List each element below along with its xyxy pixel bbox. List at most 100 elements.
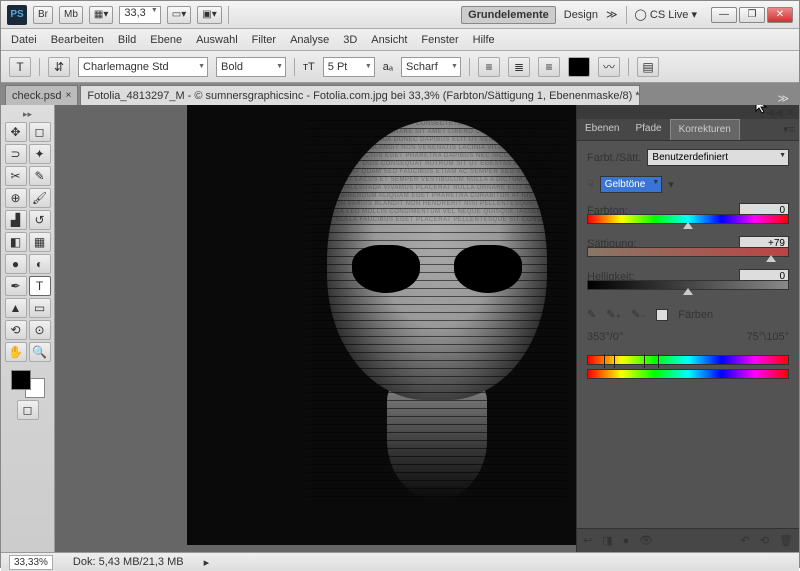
- clip-icon[interactable]: ●: [623, 535, 630, 547]
- zoom-select[interactable]: 33,3: [119, 6, 160, 24]
- 3d-tool[interactable]: ⟲: [5, 320, 27, 340]
- farbton-slider[interactable]: [587, 214, 789, 226]
- zoom-tool[interactable]: 🔍: [29, 342, 51, 362]
- minibridge-button[interactable]: Mb: [59, 6, 83, 24]
- back-icon[interactable]: ↩: [583, 534, 592, 547]
- chevron-down-icon[interactable]: ▾: [668, 178, 674, 191]
- menu-fenster[interactable]: Fenster: [421, 34, 458, 46]
- eyedropper-plus-icon[interactable]: ✎₊: [606, 308, 621, 321]
- menu-auswahl[interactable]: Auswahl: [196, 34, 238, 46]
- hand-tool[interactable]: ✋: [5, 342, 27, 362]
- eyedropper-icon[interactable]: ✎: [587, 308, 596, 321]
- cslive-button[interactable]: ◯ CS Live ▾: [635, 8, 697, 21]
- antialias-select[interactable]: Scharf: [401, 57, 461, 77]
- tab-pfade[interactable]: Pfade: [627, 119, 669, 140]
- panel-footer: ↩ ◨ ● 👁 ↶ ⟲ 🗑: [577, 528, 799, 552]
- path-select-tool[interactable]: ▲: [5, 298, 27, 318]
- menu-filter[interactable]: Filter: [252, 34, 276, 46]
- gradient-tool[interactable]: ▦: [29, 232, 51, 252]
- move-tool[interactable]: ✥: [5, 122, 27, 142]
- colorize-label: Färben: [678, 309, 713, 321]
- preset-select[interactable]: Benutzerdefiniert: [647, 149, 789, 166]
- minimize-button[interactable]: —: [711, 7, 737, 23]
- menubar: Datei Bearbeiten Bild Ebene Auswahl Filt…: [1, 29, 799, 51]
- range-right-label: 75°\105°: [747, 331, 789, 343]
- tab-overflow-icon[interactable]: ≫: [771, 92, 795, 105]
- align-right-icon[interactable]: ≡: [538, 57, 560, 77]
- reset-icon[interactable]: ⟲: [760, 534, 769, 547]
- menu-hilfe[interactable]: Hilfe: [473, 34, 495, 46]
- menu-ebene[interactable]: Ebene: [150, 34, 182, 46]
- font-size-select[interactable]: 5 Pt: [323, 57, 375, 77]
- status-doc-size: Dok: 5,43 MB/21,3 MB: [73, 556, 184, 568]
- eyedropper-minus-icon[interactable]: ✎₋: [631, 308, 646, 321]
- character-panel-icon[interactable]: ▤: [637, 57, 659, 77]
- font-family-select[interactable]: Charlemagne Std: [78, 57, 208, 77]
- maximize-button[interactable]: ❐: [739, 7, 765, 23]
- finger-icon[interactable]: ☟: [587, 178, 594, 191]
- tab-korrekturen[interactable]: Korrekturen: [670, 119, 740, 140]
- statusbar: 33,33% Dok: 5,43 MB/21,3 MB ▸: [1, 552, 799, 571]
- status-zoom[interactable]: 33,33%: [9, 555, 53, 570]
- helligkeit-slider[interactable]: [587, 280, 789, 292]
- heal-tool[interactable]: ⊕: [5, 188, 27, 208]
- view-extras-icon[interactable]: ▭▾: [167, 6, 191, 24]
- warp-text-icon[interactable]: 〰: [598, 57, 620, 77]
- layout-icon[interactable]: ▦▾: [89, 6, 113, 24]
- tab-ebenen[interactable]: Ebenen: [577, 119, 627, 140]
- menu-bearbeiten[interactable]: Bearbeiten: [51, 34, 104, 46]
- document-tabbar: check.psd× Fotolia_4813297_M - © sumners…: [1, 83, 799, 105]
- stamp-tool[interactable]: ▟: [5, 210, 27, 230]
- close-button[interactable]: ✕: [767, 7, 793, 23]
- menu-bild[interactable]: Bild: [118, 34, 136, 46]
- font-weight-select[interactable]: Bold: [216, 57, 286, 77]
- text-color-swatch[interactable]: [568, 57, 590, 77]
- type-tool[interactable]: T: [29, 276, 51, 296]
- 3d-camera-tool[interactable]: ⊙: [29, 320, 51, 340]
- brush-tool[interactable]: 🖌: [29, 188, 51, 208]
- screen-mode-icon[interactable]: ▣▾: [197, 6, 221, 24]
- font-size-icon: тT: [303, 61, 315, 73]
- file-tab-fotolia[interactable]: Fotolia_4813297_M - © sumnersgraphicsinc…: [80, 85, 640, 105]
- menu-ansicht[interactable]: Ansicht: [371, 34, 407, 46]
- ps-logo: PS: [7, 5, 27, 25]
- options-bar: T ⇵ Charlemagne Std Bold тT 5 Pt aₐ Scha…: [1, 51, 799, 83]
- eyedropper-tool[interactable]: ✎: [29, 166, 51, 186]
- close-icon[interactable]: ×: [66, 90, 72, 101]
- panel-menu-icon[interactable]: ▾≡: [779, 119, 799, 140]
- eraser-tool[interactable]: ◧: [5, 232, 27, 252]
- color-swatch[interactable]: [11, 370, 45, 398]
- expand-icon[interactable]: ◨: [602, 534, 612, 547]
- channel-select[interactable]: Gelbtöne: [600, 176, 663, 193]
- align-center-icon[interactable]: ≣: [508, 57, 530, 77]
- crop-tool[interactable]: ✂: [5, 166, 27, 186]
- text-orientation-icon[interactable]: ⇵: [48, 57, 70, 77]
- blur-tool[interactable]: ●: [5, 254, 27, 274]
- colorize-checkbox[interactable]: [656, 309, 668, 321]
- shape-tool[interactable]: ▭: [29, 298, 51, 318]
- dodge-tool[interactable]: ◐: [29, 254, 51, 274]
- wand-tool[interactable]: ✦: [29, 144, 51, 164]
- history-brush-tool[interactable]: ↺: [29, 210, 51, 230]
- trash-icon[interactable]: 🗑: [779, 534, 793, 547]
- status-menu-icon[interactable]: ▸: [204, 556, 210, 569]
- hue-range-strips[interactable]: [587, 355, 789, 379]
- visibility-icon[interactable]: 👁: [639, 534, 653, 547]
- workspace-design[interactable]: Design: [564, 9, 598, 21]
- menu-3d[interactable]: 3D: [343, 34, 357, 46]
- pen-tool[interactable]: ✒: [5, 276, 27, 296]
- menu-analyse[interactable]: Analyse: [290, 34, 329, 46]
- panel-collapse-icon[interactable]: ◀◀ ✕: [766, 106, 795, 119]
- menu-datei[interactable]: Datei: [11, 34, 37, 46]
- lasso-tool[interactable]: ⊃: [5, 144, 27, 164]
- quickmask-icon[interactable]: ◻: [17, 400, 39, 420]
- prev-icon[interactable]: ↶: [741, 534, 750, 547]
- marquee-tool[interactable]: ◻: [29, 122, 51, 142]
- workspace-more-icon[interactable]: ≫: [606, 8, 618, 21]
- canvas-area[interactable]: LOREM IPSUM DOLOR SIT AMET CONSECTETUR A…: [55, 105, 799, 552]
- workspace-grundelemente[interactable]: Grundelemente: [461, 6, 556, 24]
- saettigung-slider[interactable]: [587, 247, 789, 259]
- file-tab-check[interactable]: check.psd×: [5, 85, 78, 105]
- align-left-icon[interactable]: ≡: [478, 57, 500, 77]
- bridge-button[interactable]: Br: [33, 6, 53, 24]
